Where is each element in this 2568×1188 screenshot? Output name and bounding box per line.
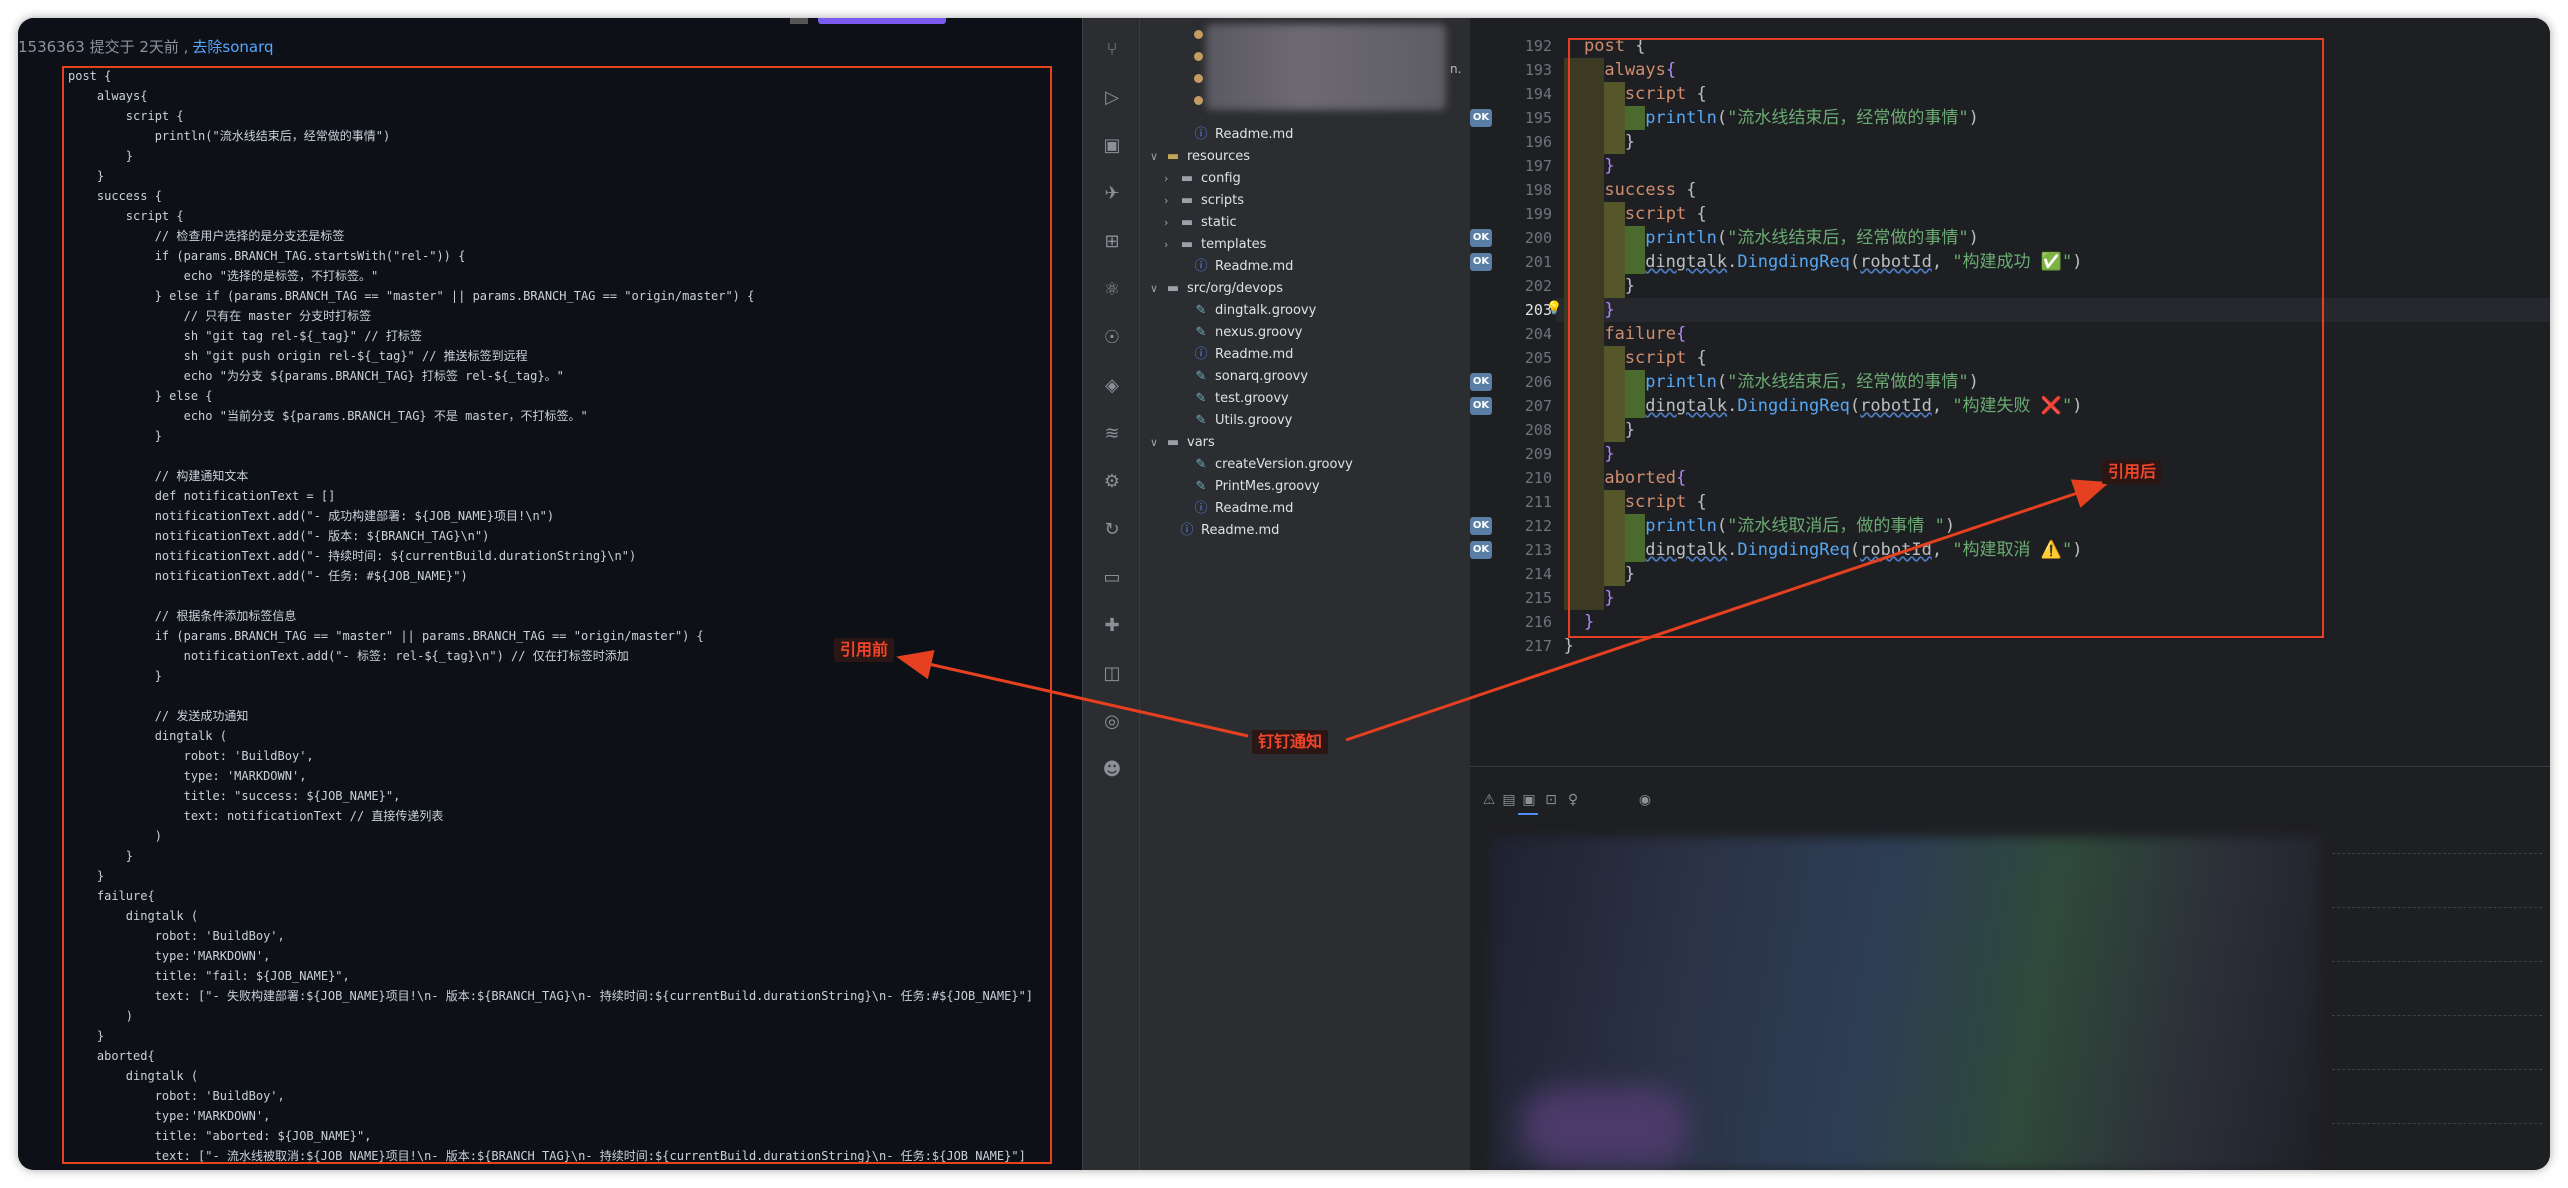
label-before: 引用前	[834, 638, 895, 662]
arrow-to-before	[896, 649, 1249, 738]
arrow-to-after	[1345, 479, 2110, 742]
annotation-arrows	[896, 479, 2110, 742]
label-dingtalk-notify: 钉钉通知	[1252, 730, 1329, 754]
label-after: 引用后	[2102, 460, 2163, 484]
